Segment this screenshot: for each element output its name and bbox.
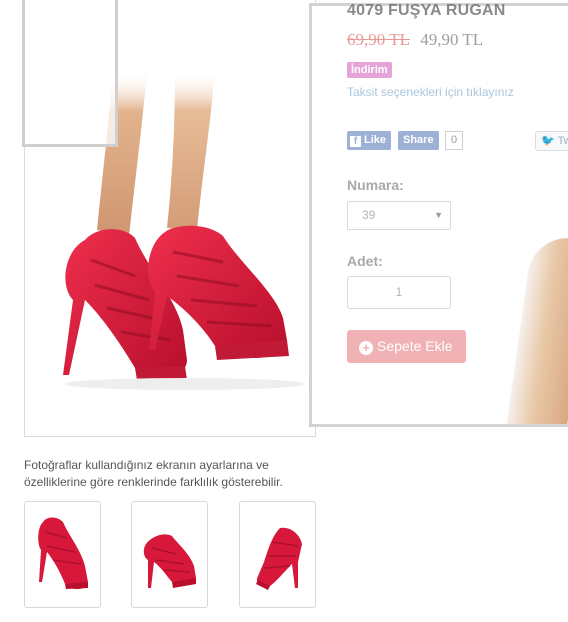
caret-down-icon: ▼ <box>434 210 443 220</box>
add-to-cart-button[interactable]: + Sepete Ekle <box>347 330 466 363</box>
zoom-lens[interactable] <box>22 0 118 147</box>
quantity-label: Adet: <box>347 253 383 269</box>
old-price: 69,90 TL <box>347 30 410 49</box>
tweet-label: Tw <box>557 135 568 147</box>
add-to-cart-label: Sepete Ekle <box>377 338 453 354</box>
thumbnail-1[interactable] <box>24 501 101 608</box>
thumbnail-2[interactable] <box>131 501 208 608</box>
new-price: 49,90 TL <box>420 30 484 49</box>
facebook-like-button[interactable]: f Like <box>347 131 392 150</box>
price-row: 69,90 TL 49,90 TL <box>347 30 483 50</box>
thumbnail-side-image <box>143 534 196 588</box>
product-title: 4079 FUŞYA RUGAN <box>347 2 506 19</box>
thumbnail-3[interactable] <box>239 501 316 608</box>
facebook-share-button[interactable]: Share <box>398 131 439 150</box>
tweet-button[interactable]: 🐦 Tw <box>535 131 568 151</box>
zoom-preview-leg <box>502 232 568 424</box>
facebook-icon: f <box>350 136 361 147</box>
color-disclaimer: Fotoğraflar kullandığınız ekranın ayarla… <box>24 458 283 489</box>
thumbnail-back-image <box>256 527 302 590</box>
size-select[interactable]: 39 ▼ <box>347 201 451 230</box>
size-label: Numara: <box>347 177 404 193</box>
installments-link[interactable]: Taksit seçenekleri için tıklayınız <box>347 85 514 99</box>
facebook-share-count: 0 <box>445 131 464 150</box>
thumbnail-front-image <box>38 517 89 590</box>
twitter-icon: 🐦 <box>541 135 555 147</box>
plus-circle-icon: + <box>359 341 373 355</box>
size-value: 39 <box>362 208 376 222</box>
quantity-input[interactable]: 1 <box>347 276 451 309</box>
facebook-like-label: Like <box>364 134 387 146</box>
discount-badge: İndirim <box>347 62 392 78</box>
